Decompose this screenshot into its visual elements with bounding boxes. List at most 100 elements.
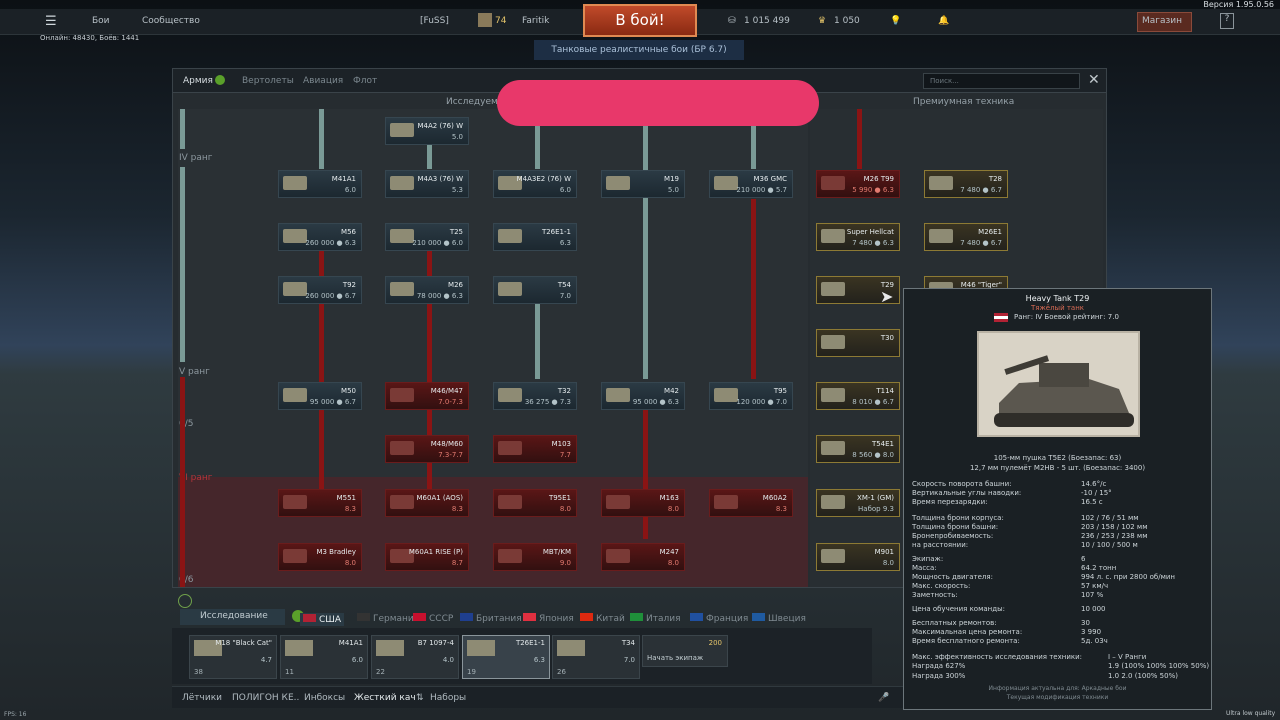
premium-vehicle-card[interactable]: T114 8 010 ● 6.7 <box>816 382 900 410</box>
tree-vehicle-card[interactable]: M36 GMC 210 000 ● 5.7 <box>709 170 793 198</box>
search-input[interactable]: Поиск... <box>923 73 1080 89</box>
tree-vehicle-card[interactable]: M163 8.0 <box>601 489 685 517</box>
tree-vehicle-card[interactable]: T95E1 8.0 <box>493 489 577 517</box>
footer-tab-pilots[interactable]: Лётчики <box>182 693 222 703</box>
nation-tab[interactable]: Италия <box>630 613 681 624</box>
tree-vehicle-card[interactable]: MBT/KM 9.0 <box>493 543 577 571</box>
tab-helicopters[interactable]: Вертолеты <box>242 76 294 86</box>
buy-crew-slot[interactable]: 200 Начать экипаж <box>642 635 728 667</box>
vehicle-br: 260 000 ● 6.7 <box>305 292 356 300</box>
tree-link <box>857 109 862 169</box>
silver-icon: ⛁ <box>728 16 736 26</box>
nation-tab[interactable]: Британия <box>460 613 522 624</box>
vehicle-name: M42 <box>664 387 679 395</box>
close-icon[interactable]: ✕ <box>1088 72 1100 88</box>
footer-tab-polygon[interactable]: ПОЛИГОН КЕ.. <box>232 693 299 703</box>
nation-tab[interactable]: Швеция <box>752 613 806 624</box>
nation-label: Япония <box>539 614 574 624</box>
premium-vehicle-card[interactable]: M901 8.0 <box>816 543 900 571</box>
microphone-icon[interactable]: 🎤 <box>878 693 889 703</box>
research-slot-icon[interactable] <box>178 594 192 608</box>
footer-tab-inbox[interactable]: Инбоксы <box>304 693 345 703</box>
crew-slot[interactable]: B7 1097-4 4.0 22 <box>371 635 459 679</box>
premium-vehicle-card[interactable]: XM-1 (GM) Набор 9.3 <box>816 489 900 517</box>
crew-slot[interactable]: T34 7.0 26 <box>552 635 640 679</box>
tree-vehicle-card[interactable]: M41A1 6.0 <box>278 170 362 198</box>
tree-vehicle-card[interactable]: M60A2 8.3 <box>709 489 793 517</box>
tree-vehicle-card[interactable]: M4A3 (76) W 5.3 <box>385 170 469 198</box>
tree-vehicle-card[interactable]: T26E1-1 6.3 <box>493 223 577 251</box>
lightbulb-icon[interactable]: 💡 <box>890 16 901 26</box>
stat-label: Макс. скорость: <box>912 582 971 590</box>
tree-vehicle-card[interactable]: M60A1 RISE (P) 8.7 <box>385 543 469 571</box>
crew-slot[interactable]: T26E1-1 6.3 19 <box>462 635 550 679</box>
tree-vehicle-card[interactable]: M247 8.0 <box>601 543 685 571</box>
vehicle-name: M60A2 <box>762 494 787 502</box>
battles-menu[interactable]: Бои <box>92 16 110 26</box>
tree-vehicle-card[interactable]: M46/M47 7.0-7.3 <box>385 382 469 410</box>
tab-fleet[interactable]: Флот <box>353 76 377 86</box>
research-button[interactable]: Исследование <box>180 609 285 625</box>
to-battle-button[interactable]: В бой! <box>583 4 697 37</box>
shop-button[interactable]: Магазин <box>1137 12 1192 32</box>
tree-vehicle-card[interactable]: M4A3E2 (76) W 6.0 <box>493 170 577 198</box>
hamburger-icon[interactable]: ☰ <box>45 14 57 29</box>
player-nickname[interactable]: Faritik <box>522 16 549 26</box>
vehicle-name: M50 <box>341 387 356 395</box>
footer-tab-hard-grind[interactable]: Жесткий кач <box>354 693 416 703</box>
stat-label: Экипаж: <box>912 555 944 563</box>
tree-vehicle-card[interactable]: T54 7.0 <box>493 276 577 304</box>
tree-vehicle-card[interactable]: M42 95 000 ● 6.3 <box>601 382 685 410</box>
tab-aviation[interactable]: Авиация <box>303 76 343 86</box>
crew-slot[interactable]: M18 "Black Cat" 4.7 38 <box>189 635 277 679</box>
vehicle-name: Super Hellcat <box>846 228 894 236</box>
premium-vehicle-card[interactable]: T30 <box>816 329 900 357</box>
vehicle-name: M19 <box>664 175 679 183</box>
tab-army[interactable]: Армия <box>183 76 213 86</box>
crew-slot[interactable]: M41A1 6.0 11 <box>280 635 368 679</box>
tree-vehicle-card[interactable]: M103 7.7 <box>493 435 577 463</box>
tree-vehicle-card[interactable]: M48/M60 7.3-7.7 <box>385 435 469 463</box>
tree-vehicle-card[interactable]: T25 210 000 ● 6.0 <box>385 223 469 251</box>
premium-vehicle-card[interactable]: Super Hellcat 7 480 ● 6.3 <box>816 223 900 251</box>
tree-vehicle-card[interactable]: M50 95 000 ● 6.7 <box>278 382 362 410</box>
game-mode-selector[interactable]: Танковые реалистичные бои (БР 6.7) <box>534 40 744 60</box>
tank-icon <box>821 335 845 349</box>
tree-vehicle-card[interactable]: M56 260 000 ● 6.3 <box>278 223 362 251</box>
nation-tab[interactable]: Франция <box>690 613 748 624</box>
bell-icon[interactable]: 🔔 <box>938 16 949 26</box>
vehicle-br: 7 480 ● 6.7 <box>960 239 1002 247</box>
premium-vehicle-card[interactable]: T28 7 480 ● 6.7 <box>924 170 1008 198</box>
tree-vehicle-card[interactable]: M19 5.0 <box>601 170 685 198</box>
vehicle-br: 36 275 ● 7.3 <box>524 398 571 406</box>
tree-vehicle-card[interactable]: M60A1 (AOS) 8.3 <box>385 489 469 517</box>
premium-vehicle-card[interactable]: M26E1 7 480 ● 6.7 <box>924 223 1008 251</box>
vehicle-br: 120 000 ● 7.0 <box>736 398 787 406</box>
community-menu[interactable]: Сообщество <box>142 16 200 26</box>
tree-vehicle-card[interactable]: T92 260 000 ● 6.7 <box>278 276 362 304</box>
footer-tab-sets[interactable]: Наборы <box>430 693 466 703</box>
tree-vehicle-card[interactable]: M551 8.3 <box>278 489 362 517</box>
nation-tab[interactable]: Япония <box>523 613 574 624</box>
vehicle-br: 210 000 ● 6.0 <box>412 239 463 247</box>
nation-tab[interactable]: СССР <box>413 613 453 624</box>
flag-icon <box>303 614 316 622</box>
premium-vehicle-card[interactable]: M26 T99 5 990 ● 6.3 <box>816 170 900 198</box>
tree-vehicle-card[interactable]: M4A2 (76) W 5.0 <box>385 117 469 145</box>
avatar[interactable] <box>478 13 492 27</box>
vehicle-name: T95E1 <box>548 494 571 502</box>
stat-value: I – V Ранги <box>1108 653 1147 661</box>
tree-vehicle-card[interactable]: M26 78 000 ● 6.3 <box>385 276 469 304</box>
tank-icon <box>390 441 414 455</box>
flag-icon <box>523 613 536 621</box>
tree-vehicle-card[interactable]: M3 Bradley 8.0 <box>278 543 362 571</box>
nation-tab[interactable]: Китай <box>580 613 625 624</box>
nation-tab[interactable]: США <box>300 613 345 626</box>
tree-vehicle-card[interactable]: T32 36 275 ● 7.3 <box>493 382 577 410</box>
vehicle-name: T54E1 <box>871 440 894 448</box>
premium-vehicle-card[interactable]: T54E1 8 560 ● 8.0 <box>816 435 900 463</box>
help-button[interactable]: ? <box>1220 13 1234 29</box>
tank-icon <box>390 388 414 402</box>
tree-vehicle-card[interactable]: T95 120 000 ● 7.0 <box>709 382 793 410</box>
nation-tab[interactable]: Германия <box>357 613 419 624</box>
